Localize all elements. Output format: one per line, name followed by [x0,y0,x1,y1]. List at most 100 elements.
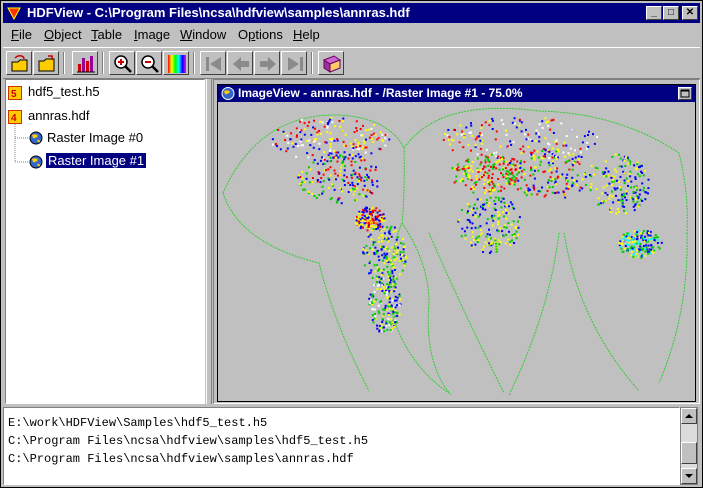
map-pixel [389,329,392,332]
map-pixel [308,181,311,184]
map-pixel [328,138,331,141]
map-pixel [486,172,489,175]
map-pixel [556,148,559,151]
map-pixel [480,232,483,235]
toolbar-separator [102,52,104,74]
map-pixel [509,140,512,143]
map-pixel [331,183,333,186]
map-pixel [301,181,304,184]
histogram-button[interactable] [72,51,98,75]
map-pixel [333,139,336,142]
map-pixel [491,214,494,217]
map-pixel [499,227,502,230]
title-bar[interactable]: HDFView - C:\Program Files\ncsa\hdfview\… [3,3,700,23]
open-file-button[interactable] [6,51,32,75]
zoom-out-button[interactable] [136,51,162,75]
tree-item-raster-image-0[interactable]: Raster Image #0 [47,130,143,145]
map-pixel [505,160,508,163]
map-pixel [481,139,484,142]
map-pixel [555,142,558,145]
map-pixel [626,156,629,159]
map-pixel [372,219,375,222]
minimize-button[interactable]: _ [646,6,662,20]
map-pixel [470,244,473,247]
map-pixel [387,286,390,288]
menu-window[interactable]: Window [180,27,226,42]
close-button[interactable]: ✕ [682,6,698,20]
split-pane-divider[interactable] [206,79,212,404]
maximize-button[interactable]: □ [663,6,679,20]
map-pixel [596,167,599,170]
map-pixel [381,133,384,136]
map-pixel [289,138,292,141]
menu-table[interactable]: Table [91,27,122,42]
map-pixel [471,222,474,225]
tree-item-hdf5-test[interactable]: hdf5_test.h5 [28,84,100,99]
map-pixel [568,154,571,157]
previous-page-button[interactable] [227,51,253,75]
map-pixel [621,199,624,202]
map-pixel [633,204,636,207]
map-pixel [571,185,574,188]
map-pixel [448,135,451,138]
map-pixel [389,307,392,310]
menu-object[interactable]: Object [44,27,82,42]
last-page-button[interactable] [281,51,307,75]
map-pixel [590,165,593,168]
map-pixel [533,188,536,191]
map-pixel [650,243,653,246]
file-tree-panel[interactable]: 5 hdf5_test.h5 4 annras.hdf Raster Image… [5,79,205,404]
map-pixel [579,147,582,150]
menu-image[interactable]: Image [134,27,170,42]
map-pixel [511,239,513,242]
map-pixel [376,288,379,291]
status-log-panel[interactable]: E:\work\HDFView\Samples\hdf5_test.h5 C:\… [3,407,680,485]
menu-help[interactable]: Help [293,27,320,42]
help-book-button[interactable] [318,51,344,75]
map-pixel [375,298,378,301]
map-pixel [502,235,505,238]
map-pixel [533,158,536,161]
raster-image-canvas[interactable] [219,103,695,401]
map-pixel [479,225,482,228]
map-pixel [369,271,372,274]
map-pixel [575,180,578,183]
projection-outline [508,232,560,396]
palette-button[interactable] [163,51,189,75]
menu-file[interactable]: File [11,27,32,42]
tree-item-annras[interactable]: annras.hdf [28,108,89,123]
scroll-thumb[interactable] [681,442,697,464]
map-pixel [282,130,285,133]
zoom-in-button[interactable] [109,51,135,75]
map-pixel [636,161,639,164]
map-pixel [313,159,316,161]
scroll-up-button[interactable] [681,408,697,424]
open-folder-button[interactable] [33,51,59,75]
log-vertical-scrollbar[interactable] [680,407,698,485]
map-pixel [511,177,514,180]
image-view-title-bar[interactable]: ImageView - annras.hdf - /Raster Image #… [218,85,695,102]
map-pixel [447,139,450,141]
map-pixel [349,189,352,192]
map-pixel [644,198,647,201]
raster-image-icon [29,131,43,145]
first-page-button[interactable] [200,51,226,75]
image-view-window[interactable]: ImageView - annras.hdf - /Raster Image #… [217,84,696,402]
map-pixel [516,188,519,191]
next-page-button[interactable] [254,51,280,75]
map-pixel [476,153,479,156]
menu-options[interactable]: Options [238,27,283,42]
map-pixel [309,144,312,147]
map-pixel [530,157,533,160]
tree-item-raster-image-1[interactable]: Raster Image #1 [46,153,147,168]
map-pixel [519,148,522,150]
scroll-down-button[interactable] [681,468,697,484]
map-pixel [617,181,620,183]
map-pixel [502,162,505,165]
image-view-maximize-button[interactable] [678,87,692,100]
map-pixel [470,149,472,152]
map-pixel [311,181,314,184]
map-pixel [352,184,354,187]
map-pixel [398,313,401,316]
map-pixel [366,178,369,181]
